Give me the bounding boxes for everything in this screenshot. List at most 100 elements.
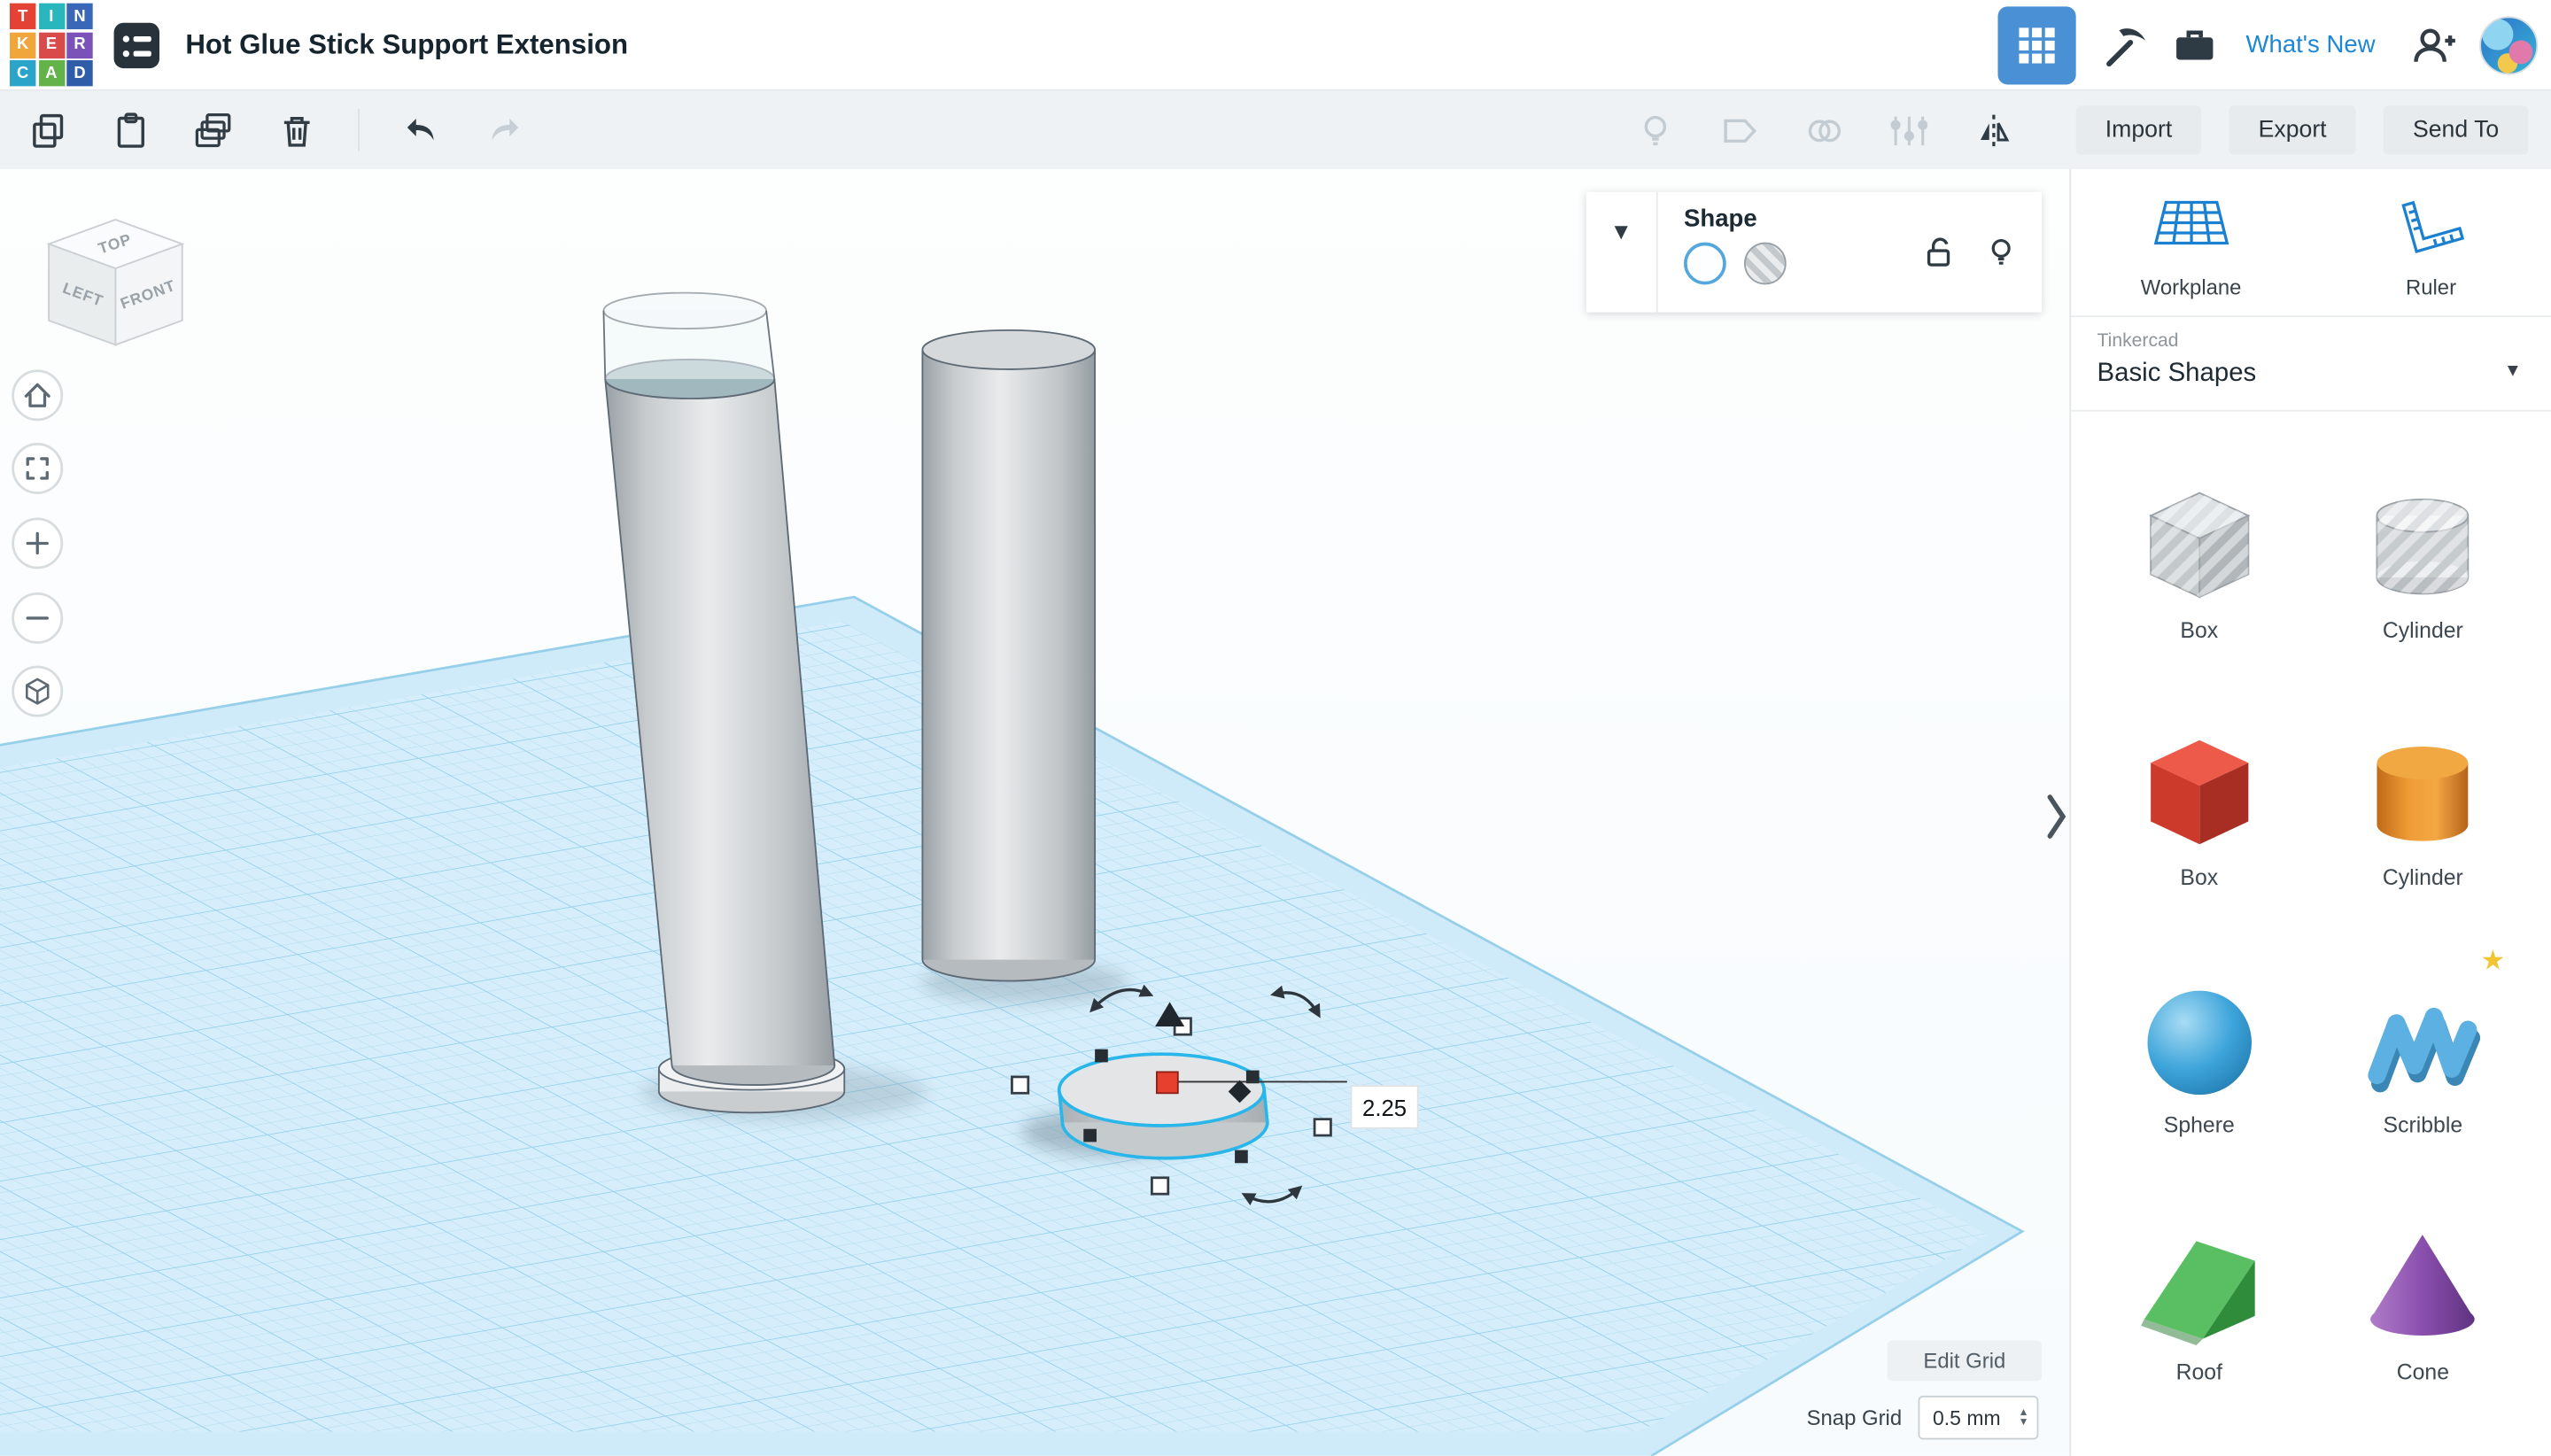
view-cube[interactable]: TOP LEFT FRONT [49,220,182,345]
home-view-button[interactable] [13,371,62,420]
dashboard-grid-button[interactable] [1998,5,2076,83]
cylinder-orange-icon [2354,724,2491,860]
edit-grid-button[interactable]: Edit Grid [1888,1340,2042,1381]
tinkercad-app: T I N K E R C A D Hot Glue Stick Support… [0,0,2551,1456]
support-cylinder-right[interactable] [922,330,1095,981]
toolbar-right-group: Import Export Send To [1633,105,2528,154]
inspector-icons [1921,234,2019,269]
sidebar-collapse-handle[interactable] [2040,791,2073,843]
show-hidden-button[interactable] [1633,109,1676,151]
shape-tile-label: Sphere [2164,1112,2235,1137]
send-to-button[interactable]: Send To [2384,105,2528,154]
grid-icon [2020,27,2055,62]
shape-tile-roof[interactable]: Roof [2088,1219,2312,1384]
toolbar-divider [358,109,360,151]
shape-tile-cylinder-hole[interactable]: Cylinder [2311,476,2535,642]
group-button[interactable] [1803,109,1845,151]
box-red-icon [2131,724,2268,860]
shape-tile-label: Scribble [2384,1112,2463,1137]
collection-source-label: Tinkercad [2097,332,2525,352]
redo-icon [484,109,526,151]
lock-icon[interactable] [1921,234,1957,269]
shape-tile-cylinder[interactable]: Cylinder [2311,724,2535,889]
shape-tile-label: Cylinder [2383,865,2463,890]
shape-tile-cone[interactable]: Cone [2311,1219,2535,1384]
group-icon [1803,110,1844,151]
mirror-button[interactable] [1972,109,2014,151]
copy-button[interactable] [26,109,68,151]
mirror-icon [1973,110,2013,151]
solid-color-swatch[interactable] [1684,243,1726,285]
shape-tile-label: Cone [2397,1360,2449,1385]
user-avatar[interactable] [2479,15,2538,74]
shape-tile-scribble[interactable]: ★ Scribble [2311,972,2535,1137]
lightbulb-icon[interactable] [1983,234,2019,269]
caret-down-icon: ▼ [2019,1418,2029,1428]
shape-tile-sphere[interactable]: Sphere [2088,972,2312,1137]
logo-letter: E [38,32,64,58]
design-menu-button[interactable] [109,17,164,72]
edit-toolbar: Import Export Send To [0,91,2551,169]
snap-grid-select[interactable]: 0.5 mm ▲ ▼ [1919,1396,2039,1440]
lightbulb-icon [1634,110,1675,151]
export-button[interactable]: Export [2229,105,2356,154]
paste-button[interactable] [109,109,151,151]
sidebar-tools: Workplane Ruler [2071,169,2551,315]
shape-tile-label: Cylinder [2383,618,2463,643]
dimension-input[interactable]: 2.25 [1350,1085,1418,1129]
ruler-icon [2392,192,2470,260]
snap-grid-value: 0.5 mm [1919,1406,2018,1429]
scribble-icon [2354,972,2491,1108]
invite-user-button[interactable] [2398,11,2466,79]
shape-tile-label: Box [2180,865,2218,890]
minecraft-mode-button[interactable] [2093,11,2161,79]
shape-tile-label: Roof [2176,1360,2222,1385]
favorite-star-icon[interactable]: ★ [2481,945,2506,978]
copy-icon [27,110,67,151]
toolbar-left-group [26,109,525,151]
paste-icon [110,110,151,151]
whats-new-link[interactable]: What's New [2245,31,2375,58]
shape-inspector-panel: ▼ Shape [1586,192,2042,313]
pickaxe-icon [2103,20,2152,69]
tinkercad-logo[interactable]: T I N K E R C A D [10,4,93,87]
viewport-3d[interactable]: TOP LEFT FRONT [0,169,2069,1456]
caret-down-icon: ▼ [2504,361,2522,381]
ruler-tool[interactable]: Ruler [2311,192,2551,299]
design-title[interactable]: Hot Glue Stick Support Extension [185,28,628,61]
inspector-collapse-button[interactable]: ▼ [1586,192,1658,313]
collection-name: Basic Shapes [2097,360,2525,389]
shape-collection-dropdown[interactable]: Tinkercad Basic Shapes ▼ [2071,315,2551,411]
shape-tile-label: Box [2180,618,2218,643]
io-buttons: Import Export Send To [2076,105,2529,154]
active-scale-handle[interactable] [1157,1072,1178,1093]
import-button[interactable]: Import [2076,105,2202,154]
scene-canvas[interactable]: TOP LEFT FRONT [0,169,2069,1456]
logo-letter: K [10,32,35,58]
undo-button[interactable] [400,109,443,151]
list-menu-icon [111,19,163,71]
hole-material-swatch[interactable] [1744,243,1787,285]
briefcase-icon [2171,20,2220,69]
selected-disc[interactable] [1059,1054,1268,1158]
snap-grid-control: Snap Grid 0.5 mm ▲ ▼ [1807,1396,2039,1440]
logo-letter: I [38,4,64,29]
logo-letter: T [10,4,35,29]
snap-grid-spinner[interactable]: ▲ ▼ [2019,1408,2037,1428]
roof-icon [2131,1219,2268,1355]
notes-button[interactable] [1718,109,1761,151]
delete-button[interactable] [275,109,317,151]
caret-down-icon: ▼ [1610,218,1632,313]
redo-button[interactable] [484,109,526,151]
shape-tile-box[interactable]: Box [2088,724,2312,889]
ruler-label: Ruler [2406,275,2456,299]
fit-view-button[interactable] [13,444,62,492]
box-striped-icon [2131,476,2268,613]
align-button[interactable] [1888,109,1930,151]
duplicate-button[interactable] [192,109,235,151]
logo-letter: A [38,60,64,86]
workplane-tool[interactable]: Workplane [2071,192,2311,299]
header-actions: What's New [1998,5,2538,83]
classes-button[interactable] [2161,11,2229,79]
shape-tile-box-hole[interactable]: Box [2088,476,2312,642]
